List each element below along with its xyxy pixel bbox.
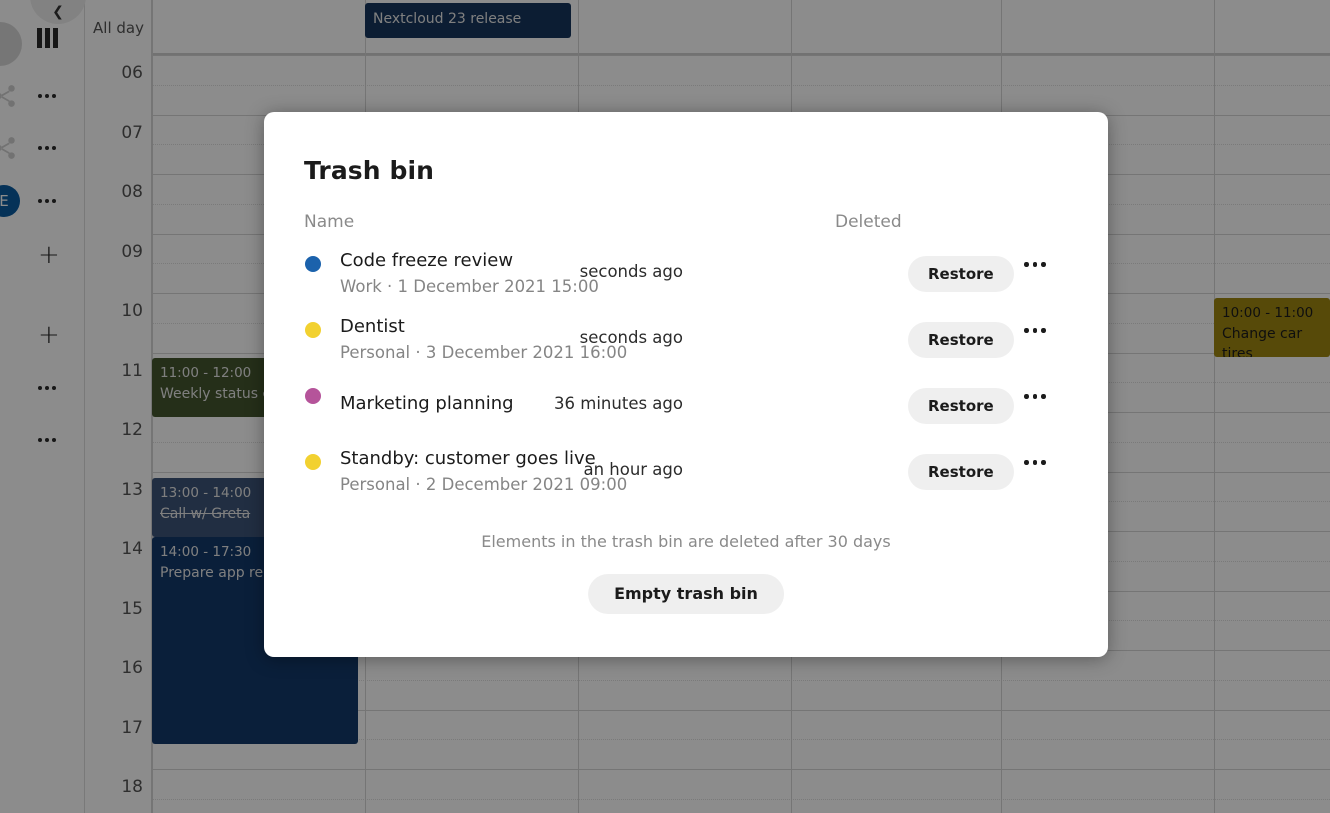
app-root: ❮ E — [0, 0, 1330, 813]
trash-item-subtitle: Personal · 2 December 2021 09:00 — [340, 472, 780, 498]
restore-button[interactable]: Restore — [908, 322, 1014, 358]
trash-item-list: Code freeze reviewWork · 1 December 2021… — [264, 240, 1108, 504]
trash-item-row: Code freeze reviewWork · 1 December 2021… — [264, 240, 1108, 306]
empty-trash-bin-button[interactable]: Empty trash bin — [588, 574, 784, 614]
trash-item-row: Marketing planning36 minutes agoRestore — [264, 372, 1108, 438]
trash-item-title: Standby: customer goes live — [340, 445, 780, 472]
column-header-name: Name — [304, 212, 354, 232]
trash-item-deleted-time: seconds ago — [580, 262, 683, 281]
trash-item-deleted-time: an hour ago — [583, 460, 683, 479]
three-dots-icon[interactable] — [1024, 460, 1046, 465]
calendar-color-dot — [305, 256, 321, 272]
trash-bin-dialog: Trash bin Name Deleted Code freeze revie… — [264, 112, 1108, 657]
trash-item-deleted-time: 36 minutes ago — [554, 394, 683, 413]
restore-button[interactable]: Restore — [908, 454, 1014, 490]
trash-item-subtitle: Personal · 3 December 2021 16:00 — [340, 340, 780, 366]
calendar-color-dot — [305, 322, 321, 338]
trash-item-title: Dentist — [340, 313, 780, 340]
trash-item-texts: Standby: customer goes livePersonal · 2 … — [340, 445, 780, 498]
trash-item-texts: Code freeze reviewWork · 1 December 2021… — [340, 247, 780, 300]
trash-item-deleted-time: seconds ago — [580, 328, 683, 347]
dialog-title: Trash bin — [304, 156, 434, 185]
restore-button[interactable]: Restore — [908, 256, 1014, 292]
calendar-color-dot — [305, 388, 321, 404]
calendar-color-dot — [305, 454, 321, 470]
trash-item-subtitle: Work · 1 December 2021 15:00 — [340, 274, 780, 300]
trash-item-title: Code freeze review — [340, 247, 780, 274]
three-dots-icon[interactable] — [1024, 328, 1046, 333]
trash-item-texts: DentistPersonal · 3 December 2021 16:00 — [340, 313, 780, 366]
three-dots-icon[interactable] — [1024, 262, 1046, 267]
retention-note: Elements in the trash bin are deleted af… — [264, 532, 1108, 551]
table-header: Name Deleted — [264, 212, 1108, 236]
restore-button[interactable]: Restore — [908, 388, 1014, 424]
three-dots-icon[interactable] — [1024, 394, 1046, 399]
trash-item-row: Standby: customer goes livePersonal · 2 … — [264, 438, 1108, 504]
trash-item-row: DentistPersonal · 3 December 2021 16:00s… — [264, 306, 1108, 372]
column-header-deleted: Deleted — [835, 212, 902, 232]
